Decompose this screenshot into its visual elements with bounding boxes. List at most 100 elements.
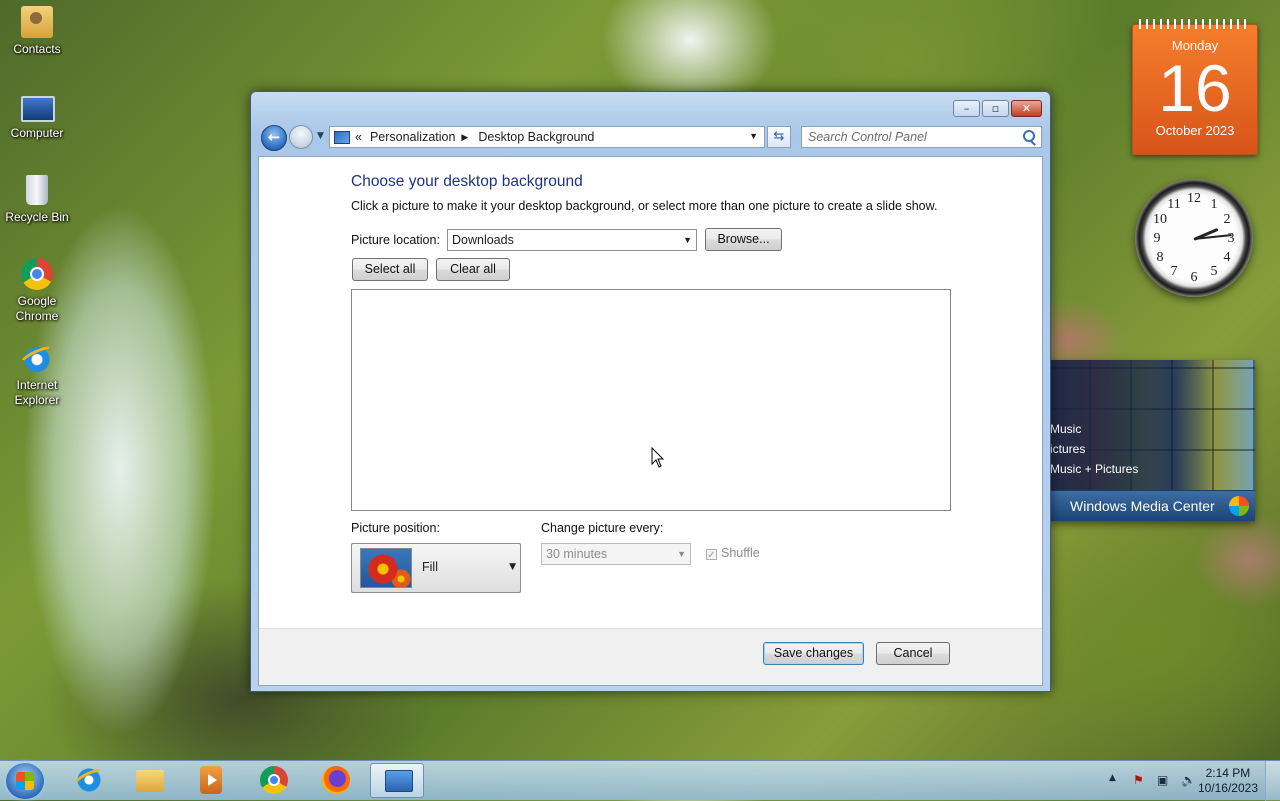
picture-gallery[interactable] [351,289,951,511]
picture-location-value: Downloads [452,233,514,247]
search-input[interactable] [808,128,1013,146]
desktop-icon-contacts[interactable]: Contacts [2,6,72,57]
refresh-icon: ⇆ [773,129,785,144]
control-panel-icon [385,770,413,792]
chevron-down-icon: ▼ [677,549,686,559]
control-panel-icon [334,130,350,144]
start-button[interactable] [6,763,44,799]
minimize-icon: – [963,102,970,115]
taskbar-firefox[interactable] [309,763,363,798]
clock-number: 10 [1153,212,1167,227]
recycle-bin-icon [21,174,53,206]
clear-all-button[interactable]: Clear all [436,258,510,281]
media-center-gadget[interactable]: Music ictures Music + Pictures Windows M… [1050,360,1255,521]
maximize-button[interactable]: ▫ [982,100,1009,117]
chevron-down-icon: ▼ [509,562,516,572]
media-center-item[interactable]: Music + Pictures [1050,462,1138,476]
picture-position-value: Fill [422,560,438,574]
windows-logo-icon [1229,496,1249,516]
desktop-icon-computer[interactable]: Computer [2,90,72,141]
page-title: Choose your desktop background [351,173,583,190]
desktop-icon-recycle-bin[interactable]: Recycle Bin [2,174,72,225]
minimize-button[interactable]: – [953,100,980,117]
calendar-day: 16 [1158,51,1232,125]
desktop-icon-google-chrome[interactable]: Google Chrome [2,258,72,324]
recent-pages-button[interactable]: ▼ [317,131,324,141]
search-icon[interactable] [1023,130,1035,142]
breadcrumb-desktop-background[interactable]: Desktop Background [478,130,594,144]
shuffle-label: Shuffle [721,546,760,560]
search-box[interactable] [801,126,1042,148]
taskbar-google-chrome[interactable] [247,763,301,798]
show-hidden-icons-icon[interactable]: ▲ [1109,773,1116,783]
refresh-button[interactable]: ⇆ [767,126,791,148]
close-button[interactable]: ✕ [1011,100,1042,117]
network-icon[interactable]: ▣ [1157,773,1168,787]
desktop-icon-label: Computer [10,126,64,140]
desktop-background-window: – ▫ ✕ ← ▼ « Personalization ▶ Desktop Ba… [250,91,1051,692]
clock-number: 7 [1170,264,1178,279]
contacts-icon [21,6,53,38]
save-changes-button[interactable]: Save changes [763,642,864,665]
taskbar-date: 10/16/2023 [1197,781,1258,795]
clock-gadget[interactable]: 12 1 2 3 4 5 6 7 8 9 10 11 [1135,179,1253,297]
browse-button[interactable]: Browse... [705,228,782,251]
desktop-icon-label: Recycle Bin [5,210,69,224]
desktop-icon-label: Internet Explorer [14,378,60,407]
clock-number: 9 [1153,231,1161,246]
picture-position-select[interactable]: Fill ▼ [351,543,521,593]
chrome-icon [21,258,53,290]
address-dropdown-icon[interactable]: ▼ [749,131,758,141]
shuffle-checkbox[interactable]: ✓ Shuffle [706,546,760,561]
clock-number: 1 [1210,197,1218,212]
picture-location-select[interactable]: Downloads ▼ [447,229,697,251]
clock-number: 2 [1223,212,1231,227]
back-arrow-icon: ← [267,128,281,146]
picture-location-label: Picture location: [351,233,440,247]
dialog-footer: Save changes Cancel [259,628,1042,685]
show-desktop-button[interactable] [1265,761,1280,801]
breadcrumb-overflow[interactable]: « [355,130,362,144]
media-center-item[interactable]: Music [1050,422,1081,436]
desktop-icon-label: Contacts [13,42,61,56]
mouse-pointer-icon [651,446,665,469]
taskbar-file-explorer[interactable] [123,763,177,798]
calendar-month-year: October 2023 [1155,123,1235,138]
media-center-title: Windows Media Center [1050,491,1255,521]
desktop-icon-label: Google Chrome [15,294,59,323]
picture-position-thumbnail [360,548,412,588]
taskbar-clock[interactable]: 2:14 PM 10/16/2023 [1198,766,1258,796]
system-tray: ▲ ⚑ ▣ 🔈 2:14 PM 10/16/2023 [1095,761,1280,801]
taskbar-media-player[interactable] [184,763,238,798]
address-bar[interactable]: « Personalization ▶ Desktop Background ▼ [329,126,765,148]
desktop-icon-internet-explorer[interactable]: Internet Explorer [2,342,72,408]
back-button[interactable]: ← [261,125,287,151]
clock-number: 11 [1167,197,1181,212]
change-picture-label: Change picture every: [541,521,664,535]
taskbar-internet-explorer[interactable] [62,763,116,798]
media-player-icon [200,766,222,794]
breadcrumb-personalization[interactable]: Personalization [370,130,455,144]
taskbar: ▲ ⚑ ▣ 🔈 2:14 PM 10/16/2023 [0,760,1280,801]
cancel-button[interactable]: Cancel [876,642,950,665]
breadcrumb-arrow-icon[interactable]: ▶ [461,132,468,143]
picture-position-label: Picture position: [351,521,440,535]
checkmark-icon: ✓ [706,549,717,561]
folder-icon [136,770,164,792]
calendar-gadget[interactable]: Monday 16 October 2023 [1132,19,1258,155]
change-picture-select[interactable]: 30 minutes ▼ [541,543,691,565]
change-picture-value: 30 minutes [546,547,608,561]
action-center-flag-icon[interactable]: ⚑ [1133,773,1144,787]
chevron-down-icon: ▼ [683,235,692,245]
select-all-button[interactable]: Select all [352,258,428,281]
clock-number: 5 [1210,264,1218,279]
maximize-icon: ▫ [991,102,1000,115]
page-description: Click a picture to make it your desktop … [351,199,938,213]
calendar-rings [1139,19,1251,29]
media-center-item[interactable]: ictures [1050,442,1085,456]
taskbar-time: 2:14 PM [1205,766,1251,780]
internet-explorer-icon [21,342,53,374]
volume-muted-icon[interactable]: 🔈 [1181,773,1196,787]
forward-button[interactable] [289,125,313,149]
taskbar-control-panel[interactable] [370,763,424,798]
